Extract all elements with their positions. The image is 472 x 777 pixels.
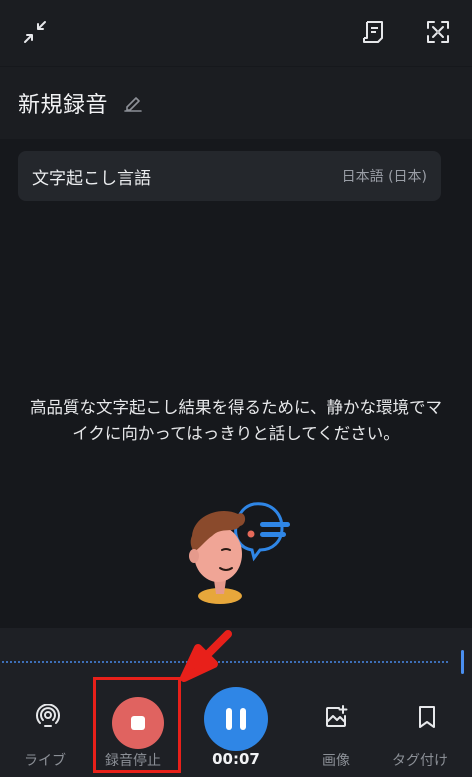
collapse-icon[interactable] bbox=[21, 18, 49, 46]
edit-pencil-icon[interactable] bbox=[122, 92, 144, 114]
top-bar bbox=[0, 0, 472, 66]
annotation-highlight-box bbox=[93, 677, 181, 773]
pause-button[interactable] bbox=[204, 687, 268, 751]
waveform-cursor bbox=[461, 650, 464, 674]
recording-title[interactable]: 新規録音 bbox=[18, 87, 108, 119]
annotation-arrow-icon bbox=[180, 630, 232, 682]
image-button[interactable]: 画像 bbox=[286, 690, 386, 777]
live-button[interactable]: ライブ bbox=[14, 690, 82, 777]
live-broadcast-icon bbox=[36, 704, 60, 727]
image-label: 画像 bbox=[322, 753, 350, 769]
transcription-language-row[interactable]: 文字起こし言語 日本語 (日本) bbox=[18, 151, 441, 201]
expand-icon[interactable] bbox=[424, 18, 452, 46]
transcription-language-value: 日本語 (日本) bbox=[341, 169, 427, 185]
live-label: ライブ bbox=[24, 753, 66, 769]
image-add-icon bbox=[326, 705, 348, 727]
title-bar: 新規録音 bbox=[0, 67, 472, 139]
waveform-area bbox=[0, 628, 472, 690]
speaking-person-illustration bbox=[189, 502, 290, 604]
recording-hint: 高品質な文字起こし結果を得るために、静かな環境でマイクに向かってはっきりと話して… bbox=[29, 398, 442, 443]
bookmark-icon bbox=[419, 706, 435, 728]
recording-timer: 00:07 bbox=[212, 750, 260, 768]
note-list-icon[interactable] bbox=[360, 18, 388, 46]
tag-button[interactable]: タグ付け bbox=[386, 690, 472, 777]
transcription-language-label: 文字起こし言語 bbox=[32, 168, 151, 189]
tag-label: タグ付け bbox=[392, 753, 448, 769]
pause-icon-bar-left bbox=[226, 708, 232, 730]
pause-icon-bar-right bbox=[240, 708, 246, 730]
